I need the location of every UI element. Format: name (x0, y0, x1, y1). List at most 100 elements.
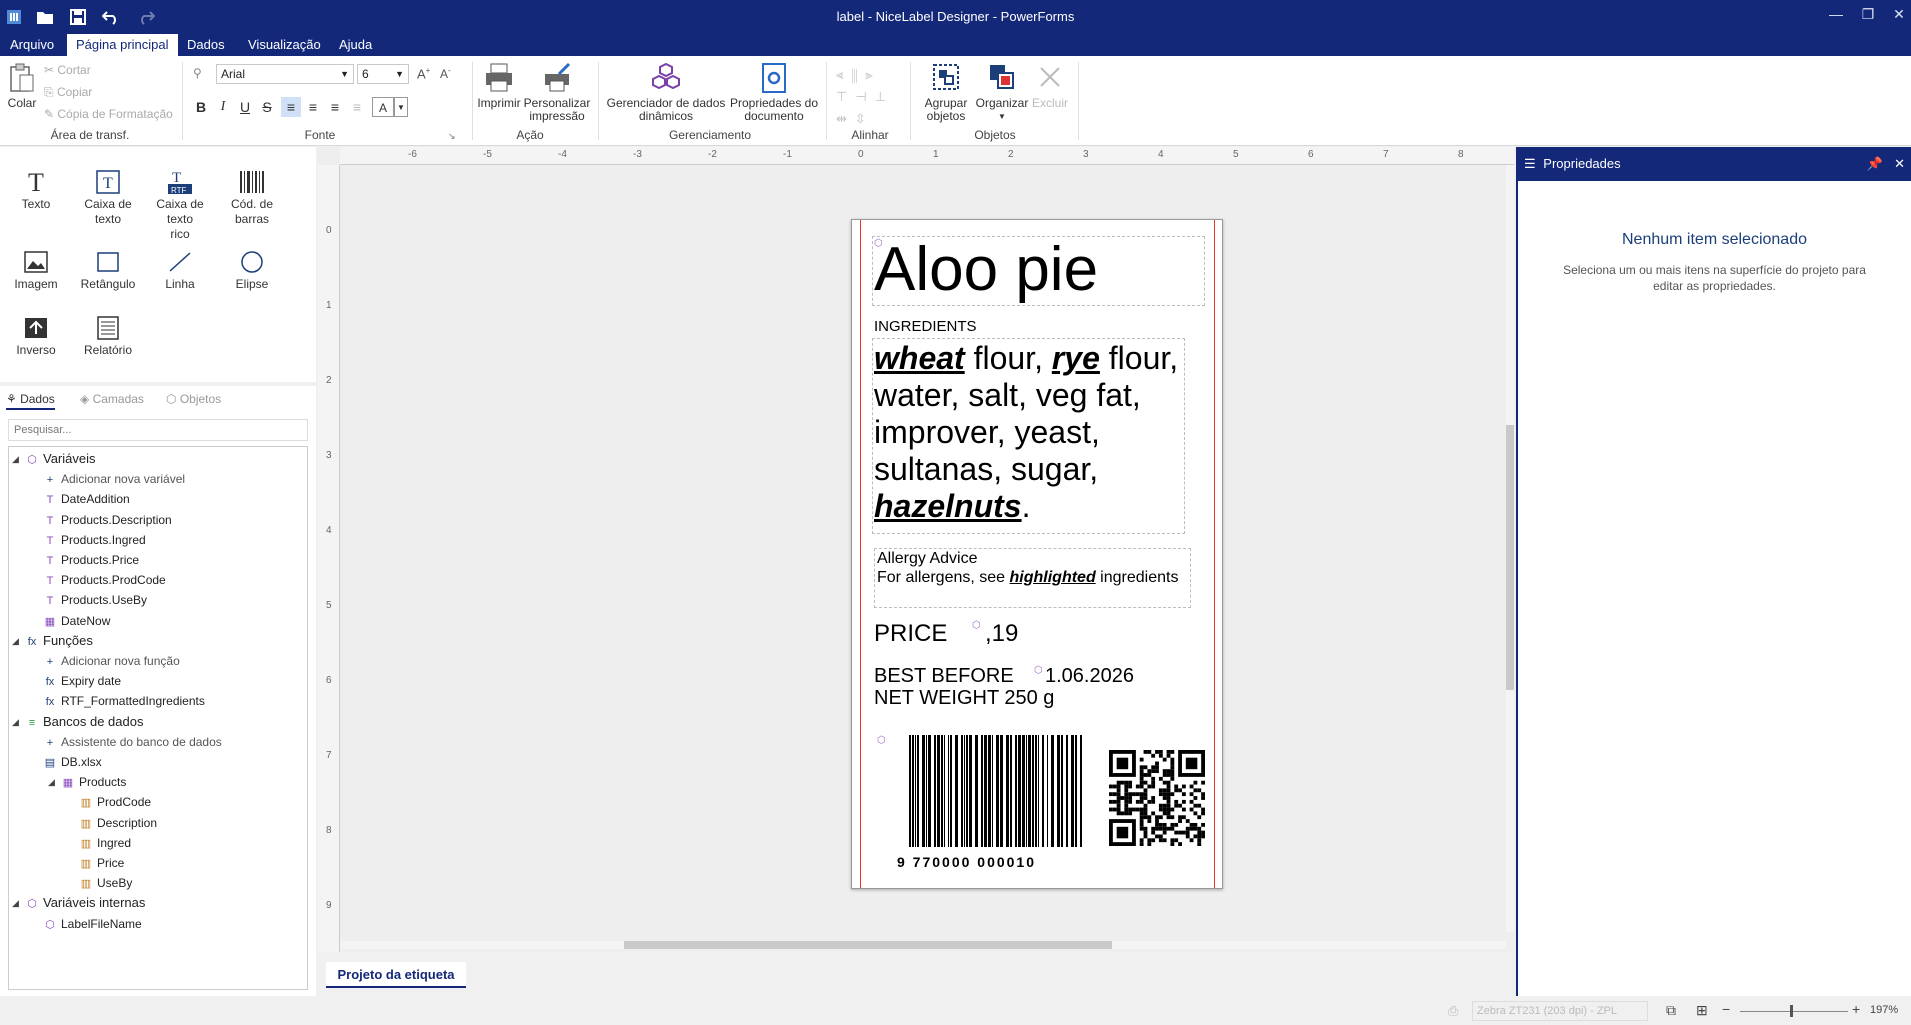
align-bottom-icon[interactable]: ⊥ (875, 89, 894, 104)
tree-item[interactable]: ◢ ⬡ Variáveis (12, 450, 96, 468)
font-name-combo[interactable]: Arial ▼ (216, 64, 354, 84)
tree-item[interactable]: fx Expiry date (43, 672, 121, 690)
expand-arrow-icon[interactable]: ◢ (12, 450, 19, 468)
close-icon[interactable]: ✕ (1894, 147, 1905, 181)
tab-label-design[interactable]: Projeto da etiqueta (326, 962, 466, 988)
qr-code[interactable] (1109, 750, 1205, 846)
ingredients-header[interactable]: INGREDIENTS (874, 318, 977, 335)
close-button[interactable]: ✕ (1887, 6, 1911, 26)
align-top-icon[interactable]: ⊤ (836, 89, 855, 104)
tree-item[interactable]: T Products.Price (43, 551, 139, 569)
align-right-icon[interactable]: ⫸ (865, 67, 880, 82)
zoom-slider[interactable] (1740, 1011, 1848, 1012)
image-tool[interactable]: Imagem (1, 247, 71, 292)
group-objects-button[interactable]: Agrupar objetos (918, 62, 974, 123)
shrink-font-icon[interactable]: A- (440, 66, 451, 81)
justify-text-icon[interactable]: ≡ (347, 97, 367, 117)
align-middle-icon[interactable]: ⊣ (855, 89, 874, 104)
bold-button[interactable]: B (191, 97, 211, 117)
barcode-tool[interactable]: Cód. de barras (217, 167, 287, 227)
tab-objetos[interactable]: ⬡ Objetos (166, 392, 221, 406)
price-label[interactable]: PRICE (874, 620, 947, 648)
distribute-h-icon[interactable]: ⇹ (836, 111, 855, 126)
cut-button[interactable]: ✂ Cortar (44, 63, 91, 77)
align-center-text-icon[interactable]: ≡ (303, 97, 323, 117)
product-title[interactable]: Aloo pie (874, 236, 1098, 304)
fit-width-icon[interactable]: ⊞ (1696, 1002, 1708, 1019)
ellipse-tool[interactable]: Elipse (217, 247, 287, 292)
align-left-icon[interactable]: ⫷ (836, 67, 851, 82)
tree-item[interactable]: ▥ ProdCode (79, 793, 151, 811)
tree-item[interactable]: T Products.ProdCode (43, 571, 166, 589)
copy-button[interactable]: ⎘ Copiar (44, 85, 92, 100)
align-left-text-icon[interactable]: ≡ (281, 97, 301, 117)
maximize-button[interactable]: ❐ (1856, 6, 1880, 26)
menu-dados[interactable]: Dados (178, 34, 234, 56)
tree-item[interactable]: ▥ UseBy (79, 874, 133, 892)
tree-item[interactable]: + Adicionar nova variável (43, 470, 185, 488)
textbox-tool[interactable]: T Caixa de texto (73, 167, 143, 227)
net-weight[interactable]: NET WEIGHT 250 g (874, 687, 1054, 710)
font-size-combo[interactable]: 6 ▼ (357, 64, 409, 84)
tree-item[interactable]: ◢ ▦ Products (48, 773, 126, 791)
distribute-v-icon[interactable]: ⇳ (855, 111, 874, 126)
tree-item[interactable]: T Products.Ingred (43, 531, 146, 549)
customize-print-button[interactable]: Personalizar impressão (522, 62, 592, 123)
font-color-button[interactable]: A (372, 97, 394, 117)
ean-barcode[interactable] (907, 735, 1089, 870)
tree-item[interactable]: T Products.UseBy (43, 591, 147, 609)
tab-dados[interactable]: ⚘ Dados (6, 392, 55, 410)
menu-ajuda[interactable]: Ajuda (330, 34, 381, 56)
horizontal-scrollbar-thumb[interactable] (624, 941, 1112, 949)
italic-button[interactable]: I (213, 97, 233, 117)
menu-icon[interactable]: ☰ (1524, 156, 1536, 171)
rectangle-tool[interactable]: Retângulo (73, 247, 143, 292)
text-tool[interactable]: T Texto (1, 167, 71, 212)
tree-item[interactable]: T DateAddition (43, 490, 130, 508)
grow-font-icon[interactable]: A+ (417, 66, 430, 81)
allergy-title[interactable]: Allergy Advice (877, 550, 978, 568)
arrange-button[interactable]: Organizar ▼ (974, 62, 1030, 123)
price-value[interactable]: ,19 (985, 620, 1018, 648)
minimize-button[interactable]: — (1824, 6, 1848, 26)
font-color-dropdown[interactable]: ▼ (394, 97, 408, 117)
best-before-value[interactable]: 1.06.2026 (1045, 665, 1134, 688)
tree-item[interactable]: ◢ ⬡ Variáveis internas (12, 894, 145, 912)
tree-item[interactable]: ▥ Price (79, 854, 125, 872)
rich-textbox-tool[interactable]: T RTF Caixa de texto rico (145, 167, 215, 242)
search-input[interactable]: Pesquisar... (8, 419, 308, 441)
zoom-slider-thumb[interactable] (1790, 1005, 1793, 1017)
tree-item[interactable]: + Adicionar nova função (43, 652, 180, 670)
dialog-launcher-icon[interactable]: ↘ (448, 131, 456, 142)
expand-arrow-icon[interactable]: ◢ (48, 773, 55, 791)
tree-item[interactable]: ▥ Description (79, 814, 157, 832)
label-surface[interactable]: ⬡ Aloo pie INGREDIENTS wheat flour, rye … (851, 219, 1223, 889)
expand-arrow-icon[interactable]: ◢ (12, 894, 19, 912)
tree-item[interactable]: ▥ Ingred (79, 834, 131, 852)
underline-button[interactable]: U (235, 97, 255, 117)
fit-page-icon[interactable]: ⧉ (1666, 1002, 1676, 1019)
printer-selector[interactable]: Zebra ZT231 (203 dpi) - ZPL (1472, 1001, 1648, 1021)
tree-item[interactable]: ▦ DateNow (43, 612, 111, 630)
tree-item[interactable]: fx RTF_FormattedIngredients (43, 692, 205, 710)
line-tool[interactable]: Linha (145, 247, 215, 292)
strikethrough-button[interactable]: S (257, 97, 277, 117)
vertical-scrollbar-thumb[interactable] (1506, 425, 1514, 690)
paste-button[interactable]: Colar (4, 62, 40, 110)
expand-arrow-icon[interactable]: ◢ (12, 632, 19, 650)
delete-button[interactable]: Excluir (1030, 62, 1070, 110)
allergy-text[interactable]: For allergens, see highlighted ingredien… (877, 569, 1178, 587)
design-canvas[interactable]: -6 -5 -4 -3 -2 -1 0 1 2 3 4 5 6 7 8 0 1 2 3 4 5 6 7 8 9 ⬡ Aloo … (318, 147, 1514, 952)
tree-item[interactable]: ◢ ≡ Bancos de dados (12, 713, 143, 731)
document-properties-button[interactable]: Propriedades do documento (728, 62, 820, 123)
print-button[interactable]: Imprimir (474, 62, 524, 110)
zoom-in-icon[interactable]: + (1852, 1001, 1860, 1017)
tree-item[interactable]: + Assistente do banco de dados (43, 733, 222, 751)
tree-item[interactable]: ⬡ LabelFileName (43, 915, 142, 933)
menu-arquivo[interactable]: Arquivo (1, 34, 63, 56)
align-center-icon[interactable]: ⫼ (851, 67, 865, 82)
tree-item[interactable]: ◢ fx Funções (12, 632, 93, 650)
pin-icon[interactable]: 📌 (1867, 147, 1883, 181)
report-tool[interactable]: Relatório (73, 313, 143, 358)
align-right-text-icon[interactable]: ≡ (325, 97, 345, 117)
